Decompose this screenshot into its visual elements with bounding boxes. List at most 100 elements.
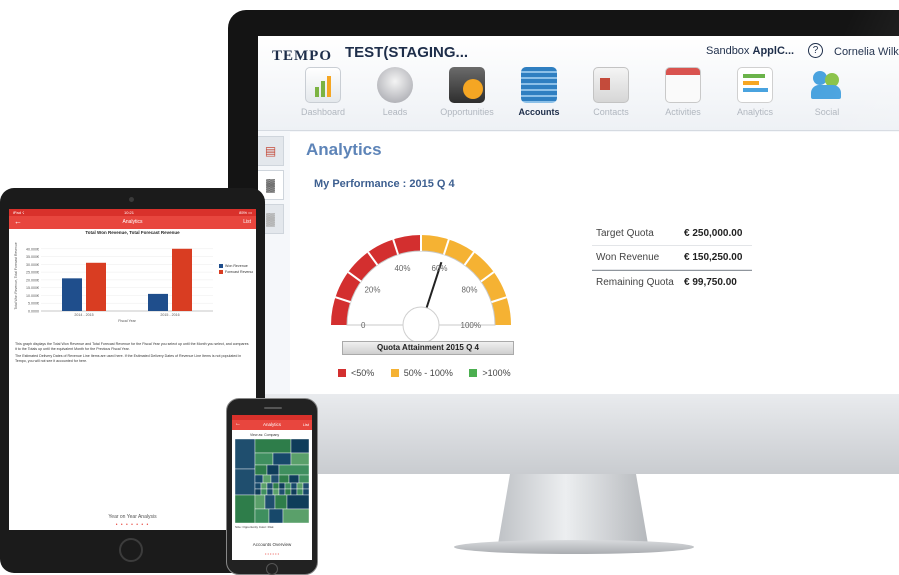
sandbox-app-name: ApplC... bbox=[752, 45, 795, 57]
treemap-cell[interactable] bbox=[272, 488, 280, 496]
treemap-cell[interactable] bbox=[262, 474, 272, 484]
treemap-cell[interactable] bbox=[254, 488, 262, 496]
nav-label: Activities bbox=[665, 107, 701, 117]
treemap-cell[interactable] bbox=[286, 494, 309, 510]
gauge-hub bbox=[402, 306, 440, 344]
treemap-cell[interactable] bbox=[278, 482, 286, 490]
treemap-cell[interactable] bbox=[266, 482, 274, 490]
treemap-cell[interactable] bbox=[260, 482, 268, 490]
x-tick-label: 2014 - 2015 bbox=[74, 313, 93, 317]
phone-title: Analytics bbox=[262, 422, 281, 427]
treemap-cell[interactable] bbox=[290, 452, 309, 466]
page-dots[interactable]: • • • • • • • bbox=[9, 522, 256, 528]
treemap-cell[interactable] bbox=[290, 488, 298, 496]
view-filter[interactable]: View as: Company bbox=[250, 433, 279, 437]
treemap-cell[interactable] bbox=[254, 494, 266, 510]
treemap-cell[interactable] bbox=[235, 494, 256, 523]
treemap-legend: Size: Opportunity Color: Risk bbox=[235, 525, 274, 529]
y-tick-label: 0.0000 bbox=[28, 310, 39, 314]
nav-item-opportunities[interactable]: Opportunities bbox=[427, 67, 507, 117]
treemap-cell[interactable] bbox=[274, 494, 288, 510]
nav-item-contacts[interactable]: Contacts bbox=[571, 67, 651, 117]
treemap-cell[interactable] bbox=[235, 439, 256, 470]
legend-label: >100% bbox=[482, 368, 511, 378]
treemap-cell[interactable] bbox=[272, 482, 280, 490]
treemap-cell[interactable] bbox=[254, 482, 262, 490]
legend-item-high: >100% bbox=[469, 368, 511, 378]
nav-item-dashboard[interactable]: Dashboard bbox=[283, 67, 363, 117]
treemap-cell[interactable] bbox=[254, 508, 270, 523]
nav-label: Opportunities bbox=[440, 107, 494, 117]
treemap-cell[interactable] bbox=[254, 452, 274, 466]
chart-title: Total Won Revenue, Total Forecast Revenu… bbox=[85, 230, 180, 235]
y-axis-label: Total Won Revenue, Total Forecast Revenu… bbox=[14, 242, 18, 309]
treemap-cell[interactable] bbox=[296, 482, 304, 490]
nav-label: Leads bbox=[382, 107, 408, 117]
treemap-cell[interactable] bbox=[302, 488, 309, 496]
treemap-cell[interactable] bbox=[288, 474, 300, 484]
quota-value: € 250,000.00 bbox=[684, 228, 743, 239]
nav-label: Contacts bbox=[593, 107, 629, 117]
nav-item-accounts[interactable]: Accounts bbox=[499, 67, 579, 117]
nav-item-social[interactable]: Social bbox=[787, 67, 867, 117]
nav-label: Social bbox=[814, 107, 840, 117]
tempo-logo[interactable]: TEMPO bbox=[272, 48, 332, 65]
analysis-caption: Year on Year Analysis bbox=[108, 514, 157, 520]
bar-won-revenue bbox=[148, 293, 168, 311]
status-carrier: iPad ☇ bbox=[13, 210, 25, 215]
treemap-cell[interactable] bbox=[284, 482, 292, 490]
gauge-caption: Quota Attainment 2015 Q 4 bbox=[342, 341, 514, 355]
treemap-cell[interactable] bbox=[254, 439, 292, 454]
treemap-cell[interactable] bbox=[254, 464, 268, 476]
opportunities-icon bbox=[449, 67, 485, 103]
treemap-cell[interactable] bbox=[296, 488, 304, 496]
nav-item-analytics[interactable]: Analytics bbox=[715, 67, 795, 117]
treemap-cell[interactable] bbox=[272, 452, 292, 466]
treemap-cell[interactable] bbox=[266, 488, 274, 496]
treemap-cell[interactable] bbox=[284, 488, 292, 496]
treemap-cell[interactable] bbox=[282, 508, 309, 523]
imac-screen: TEMPO TEST(STAGING... Sandbox ApplC... ?… bbox=[258, 36, 899, 394]
revenue-bar-chart: 0.0000 5.000€ 10.000€ 15.000€ 20.000€ 25.000€… bbox=[14, 242, 253, 323]
quota-row-won: Won Revenue € 150,250.00 bbox=[592, 246, 752, 270]
treemap-cell[interactable] bbox=[268, 508, 284, 523]
list-button[interactable]: List bbox=[303, 422, 309, 427]
y-tick-label: 20.000€ bbox=[26, 278, 39, 282]
home-button[interactable] bbox=[119, 538, 143, 562]
treemap-cell[interactable] bbox=[235, 468, 256, 496]
sandbox-prefix: Sandbox bbox=[706, 45, 750, 57]
camera-icon bbox=[129, 197, 134, 202]
side-tab-cards[interactable]: ▤ bbox=[258, 136, 284, 166]
treemap-cell[interactable] bbox=[278, 488, 286, 496]
treemap-cell[interactable] bbox=[266, 464, 280, 476]
y-tick-label: 35.000€ bbox=[26, 255, 39, 259]
user-menu[interactable]: Cornelia Wilke ▾ bbox=[834, 45, 899, 58]
treemap-cell[interactable] bbox=[278, 464, 309, 476]
page-dots[interactable]: • • • • • • bbox=[232, 551, 312, 556]
gauge-tick-label: 40% bbox=[394, 264, 410, 273]
accounts-icon bbox=[521, 67, 557, 103]
sandbox-selector[interactable]: Sandbox ApplC... bbox=[706, 45, 794, 57]
treemap-cell[interactable] bbox=[298, 474, 309, 484]
x-axis-label: Fiscal Year bbox=[118, 319, 136, 323]
treemap-cell[interactable] bbox=[302, 482, 309, 490]
treemap-cell[interactable] bbox=[254, 474, 264, 484]
home-button[interactable] bbox=[266, 563, 278, 575]
social-icon bbox=[809, 67, 845, 103]
treemap-cell[interactable] bbox=[290, 482, 298, 490]
legend-label: Forecast Revenue bbox=[225, 270, 253, 274]
treemap-cell[interactable] bbox=[260, 488, 268, 496]
treemap-cell[interactable] bbox=[270, 474, 280, 484]
treemap-cell[interactable] bbox=[264, 494, 276, 510]
help-icon[interactable]: ? bbox=[808, 43, 823, 58]
y-tick-label: 5.000€ bbox=[28, 302, 39, 306]
treemap-cell[interactable] bbox=[290, 439, 309, 454]
imac-device: TEMPO TEST(STAGING... Sandbox ApplC... ?… bbox=[228, 10, 899, 570]
bar-won-revenue bbox=[62, 278, 82, 311]
nav-item-leads[interactable]: Leads bbox=[355, 67, 435, 117]
treemap-cell[interactable] bbox=[278, 474, 290, 484]
nav-item-activities[interactable]: Activities bbox=[643, 67, 723, 117]
imac-stand bbox=[498, 474, 648, 544]
gauge-tick-label: 100% bbox=[461, 321, 481, 330]
list-button[interactable]: List bbox=[243, 219, 251, 225]
